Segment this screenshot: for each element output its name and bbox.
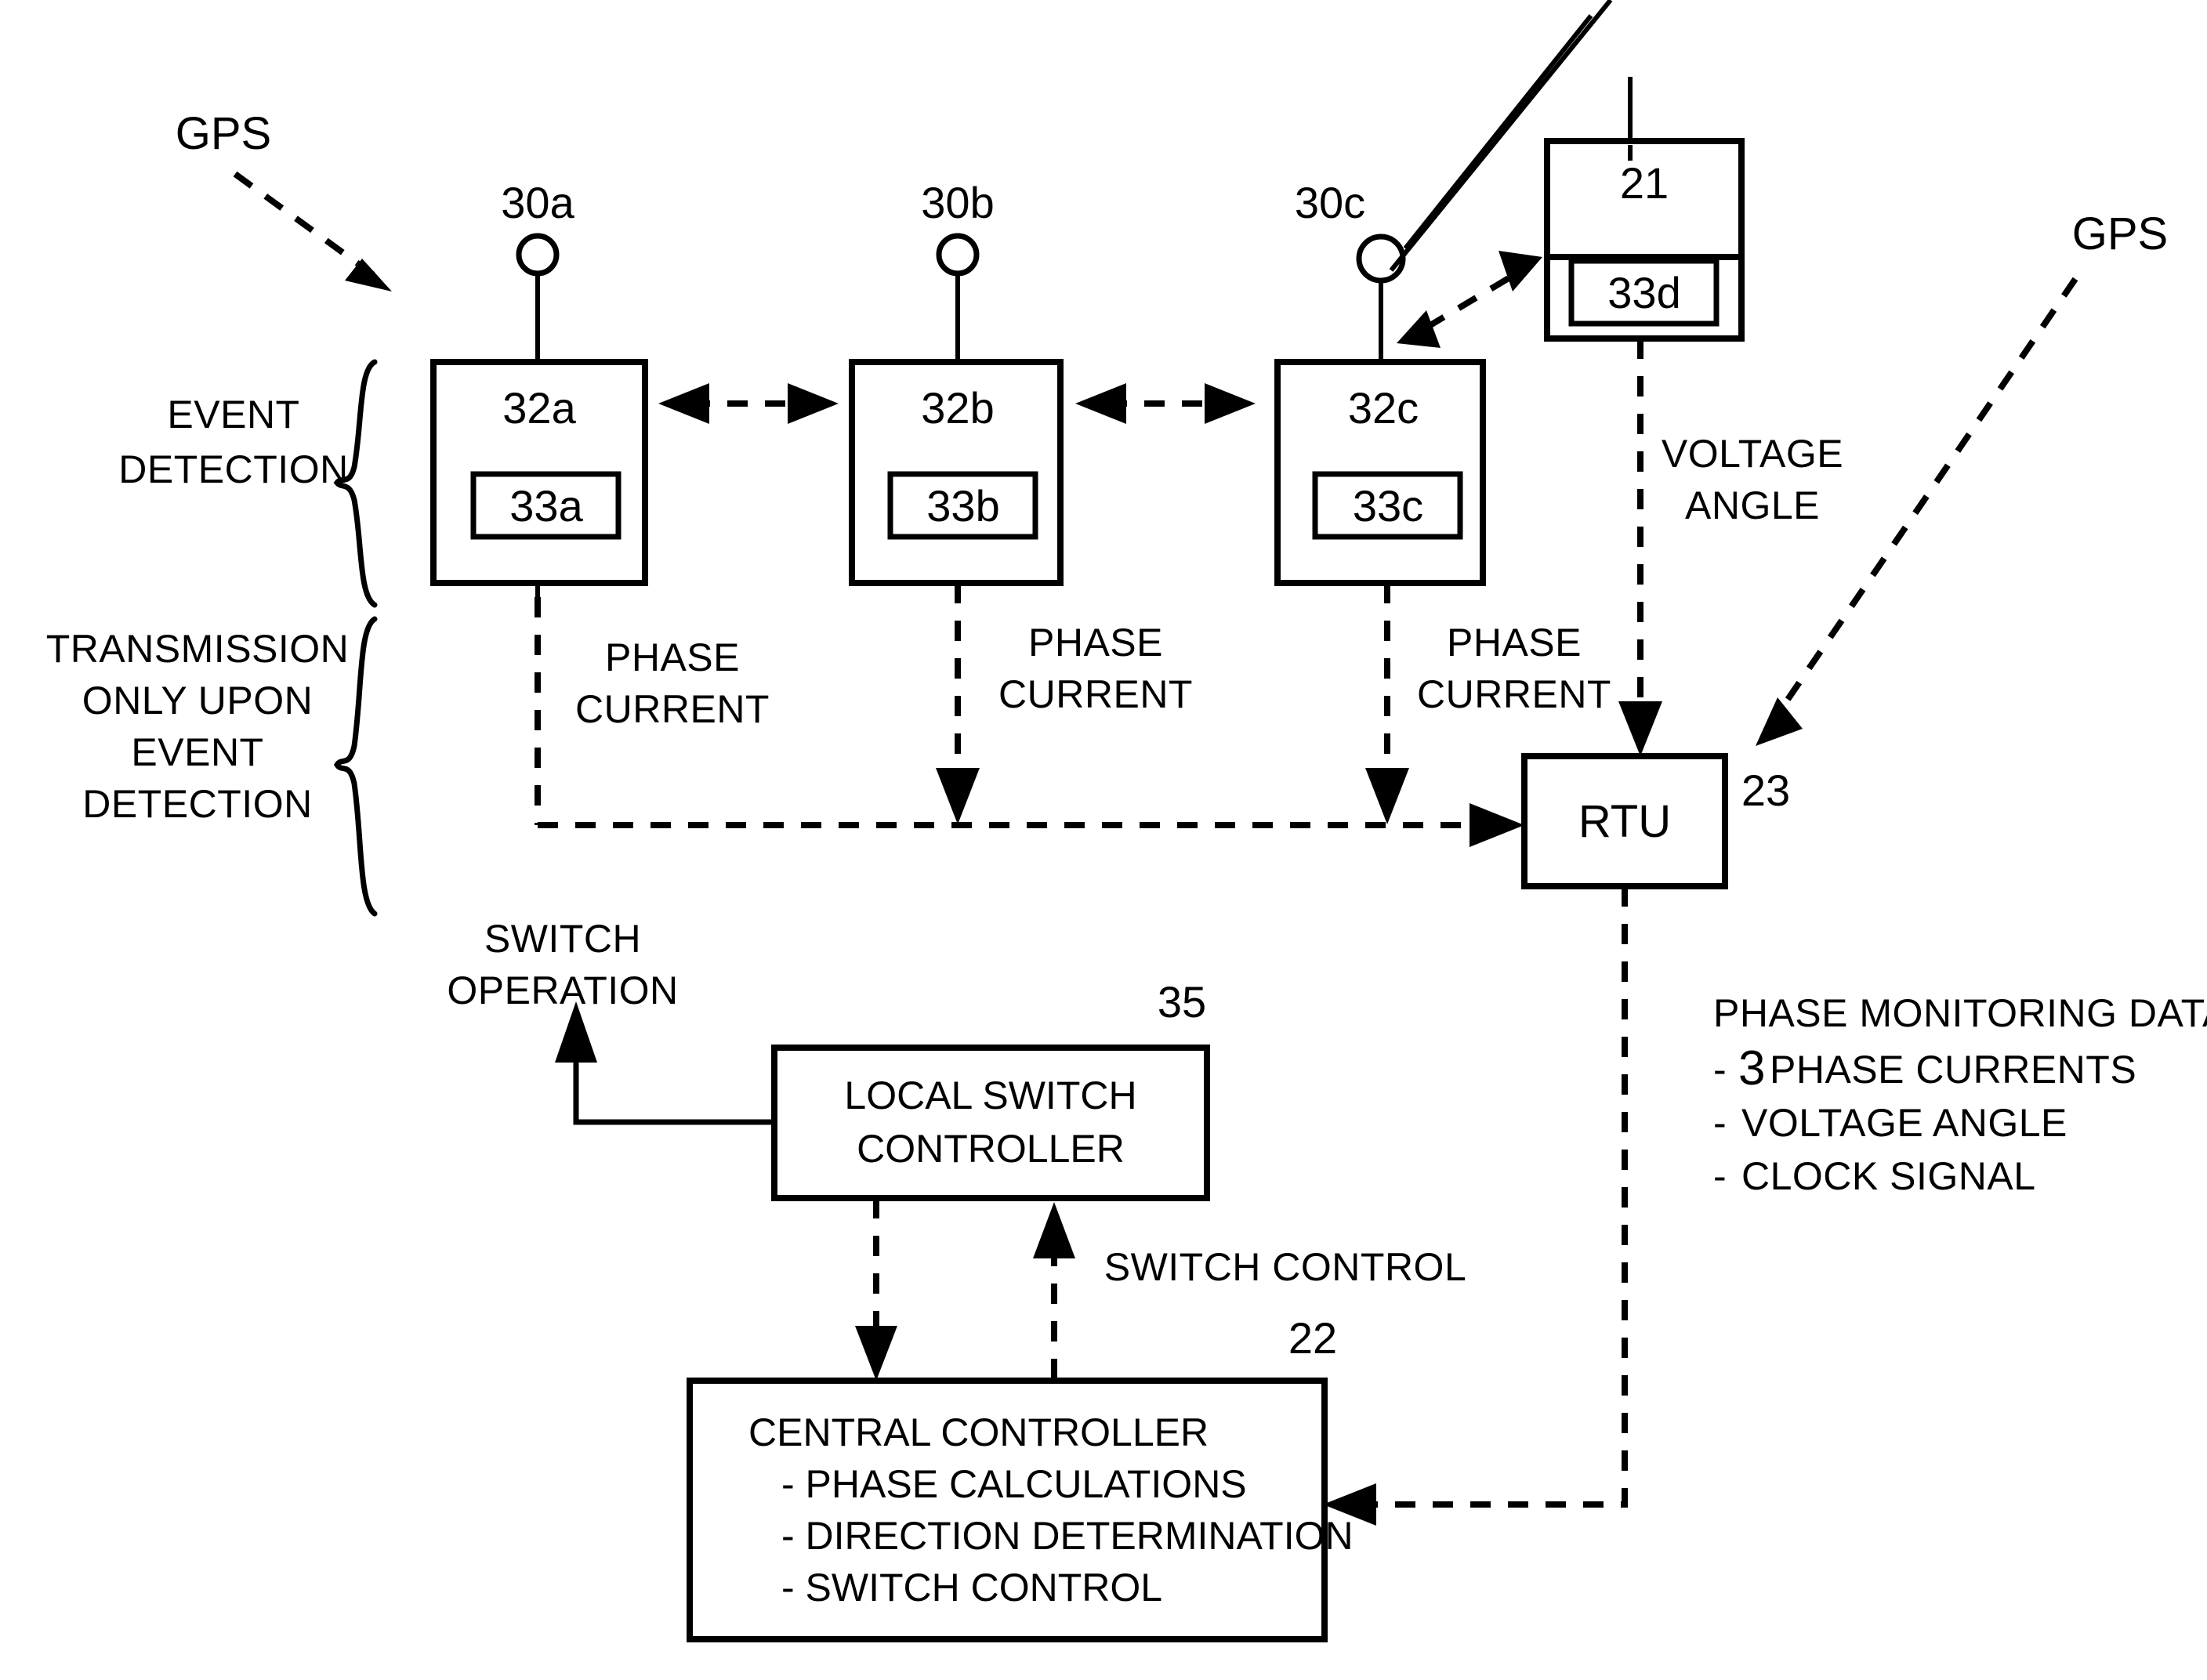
phase-current-label-b-line2: CURRENT [998,672,1193,716]
local-switch-controller-ref: 35 [1158,977,1206,1026]
brace-transmission-line-4: DETECTION [82,782,312,826]
event-transmission-bus [538,803,1524,847]
link-30c-21-arrow-down [1397,310,1441,348]
brace-transmission: TRANSMISSION ONLY UPON EVENT DETECTION [46,616,378,917]
peer-link-a-b-arrow-right [788,383,839,424]
node-circle-30c [1356,234,1406,284]
phase-current-label-a-line2: CURRENT [575,687,770,731]
phase-monitoring-item-0-count: 3 [1738,1041,1765,1095]
brace-transmission-line-3: EVENT [131,730,263,774]
phase-monitoring-item-0-dash: - [1713,1048,1727,1092]
gps-left-arrowhead [345,259,392,291]
rtu-to-central-link [1323,886,1628,1526]
cc-to-lsc-up-link: SWITCH CONTROL [1033,1202,1466,1379]
central-controller-bullet-1: - DIRECTION DETERMINATION [781,1514,1354,1558]
gps-right-arrow-line [1781,277,2078,708]
lsc-to-cc-down-arrowhead [855,1326,897,1381]
brace-event-detection: EVENT DETECTION [118,359,378,608]
phase-monitoring-item-0-text: PHASE CURRENTS [1770,1048,2136,1092]
event-bus-arrowhead [1470,803,1524,847]
central-controller-bullet-0: - PHASE CALCULATIONS [781,1462,1247,1506]
switch-operation-line [573,1054,774,1125]
rtu-to-central-line [1368,886,1628,1508]
phase-monitoring-item-2-text: CLOCK SIGNAL [1741,1154,2036,1198]
peer-link-b-c-arrow-left [1075,383,1126,424]
gps-left-label: GPS [176,108,272,159]
cc-to-lsc-up-arrowhead [1033,1202,1075,1258]
link-30c-to-21 [1397,251,1542,348]
switch-control-label: SWITCH CONTROL [1104,1245,1467,1289]
phase-current-label-c-line1: PHASE [1447,621,1582,664]
node-circle-30a [516,233,560,277]
power-line-upper [1403,14,1593,250]
voltage-unit-group: 21 33d VOLTAGE ANGLE [1544,77,1843,756]
inner-box-ref-33b: 33b [926,481,999,530]
phase-current-label-c-line2: CURRENT [1417,672,1611,716]
lsc-to-cc-down-link [855,1198,897,1381]
central-controller-bullet-2: - SWITCH CONTROL [781,1566,1162,1609]
power-line-lower [1389,0,1613,272]
phase-monitoring-item-1-dash: - [1713,1101,1727,1145]
gps-left-arrow-line [233,171,377,279]
peer-link-b-c-arrow-right [1205,383,1256,424]
rtu-ref: 23 [1741,766,1790,815]
phase-monitoring-data-block: PHASE MONITORING DATA - 3 PHASE CURRENTS… [1713,991,2207,1198]
rtu-label: RTU [1578,796,1671,847]
switch-operation-label-line2: OPERATION [447,969,678,1012]
node-ref-30b: 30b [921,178,994,227]
brace-event-detection-line-1: EVENT [167,393,299,436]
rtu-group: RTU 23 [1521,753,1790,889]
voltage-unit-box-ref-21: 21 [1620,158,1669,208]
sensor-group-b: 30b 32b 33b PHASE CURRENT [849,178,1193,824]
gps-left-group: GPS [176,108,392,291]
brace-event-detection-line-2: DETECTION [118,447,348,491]
node-circle-30b [936,233,980,277]
switch-operation-label-line1: SWITCH [484,917,641,961]
gps-right-label: GPS [2072,208,2169,259]
central-controller-ref: 22 [1288,1313,1337,1363]
node-ref-30c: 30c [1295,178,1365,227]
local-switch-controller-line-2: CONTROLLER [857,1127,1125,1171]
central-controller-title: CENTRAL CONTROLLER [748,1410,1209,1454]
phase-monitoring-heading: PHASE MONITORING DATA [1713,991,2207,1035]
voltage-angle-label-line1: VOLTAGE [1662,432,1843,476]
gps-right-group: GPS [1756,208,2168,746]
voltage-angle-label-line2: ANGLE [1685,483,1820,527]
sensor-group-c: 30c 32c 33c PHASE CURRENT [1274,0,1613,824]
gps-right-arrowhead [1756,697,1803,746]
local-switch-controller-box[interactable] [771,1045,1210,1201]
brace-transmission-line-2: ONLY UPON [82,679,313,722]
phase-current-label-a-line1: PHASE [605,635,740,679]
figure-canvas: GPS EVENT DETECTION TRANSMISSION ONLY UP… [0,0,2207,1680]
peer-link-a-b [658,383,839,424]
phase-monitoring-item-1-text: VOLTAGE ANGLE [1741,1101,2067,1145]
voltage-angle-arrowhead [1618,701,1662,756]
sensor-b-arrowhead [936,768,980,824]
inner-box-ref-33a: 33a [509,481,583,530]
phase-current-label-b-line1: PHASE [1028,621,1163,664]
inner-box-ref-33d: 33d [1607,268,1680,317]
sensor-box-ref-32c: 32c [1348,383,1419,433]
sensor-box-ref-32b: 32b [921,383,994,433]
local-switch-controller-group: LOCAL SWITCH CONTROLLER 35 [771,977,1210,1201]
peer-link-b-c [1075,383,1256,424]
phase-monitoring-item-2-dash: - [1713,1154,1727,1198]
central-controller-group: 22 CENTRAL CONTROLLER - PHASE CALCULATIO… [687,1313,1354,1642]
link-30c-21-arrow-up [1499,251,1542,291]
inner-box-ref-33c: 33c [1353,481,1423,530]
sensor-c-arrowhead [1365,768,1409,824]
switch-operation-group: SWITCH OPERATION [447,917,774,1125]
brace-transmission-line-1: TRANSMISSION [46,627,350,671]
local-switch-controller-line-1: LOCAL SWITCH [844,1074,1136,1117]
sensor-group-a: 30a 32a 33a PHASE CURRENT [430,178,770,825]
link-30c-21-line [1424,273,1515,331]
node-ref-30a: 30a [501,178,574,227]
peer-link-a-b-arrow-left [658,383,709,424]
sensor-box-ref-32a: 32a [502,383,576,433]
